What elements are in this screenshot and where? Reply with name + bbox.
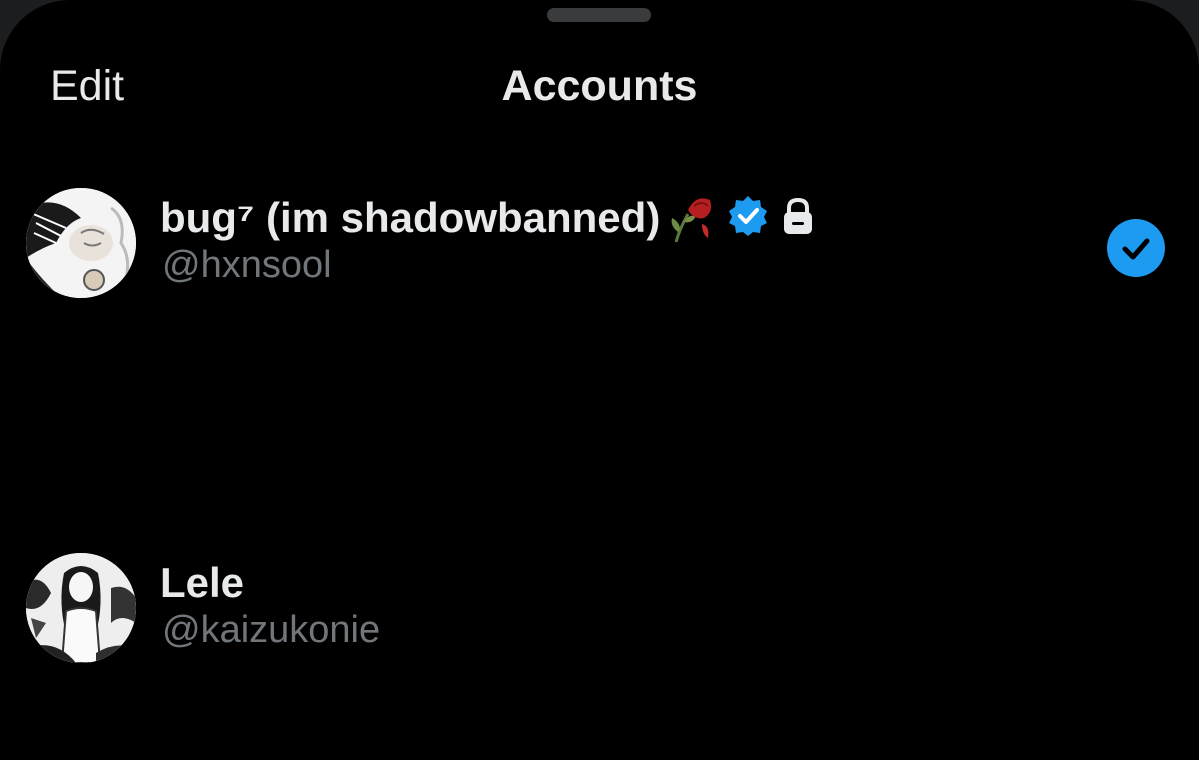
page-title: Accounts	[501, 62, 698, 110]
avatar-image	[26, 553, 136, 663]
avatar	[26, 553, 136, 663]
selected-account-check-icon	[1106, 218, 1166, 278]
account-handle: @hxnsool	[162, 244, 332, 286]
account-row-kaizukonie[interactable]: Lele @kaizukonie	[0, 545, 1199, 675]
avatar	[26, 188, 136, 298]
account-name-line: bug⁷ (im shadowbanned)	[160, 190, 816, 246]
account-display-name: bug⁷ (im shadowbanned)	[160, 194, 661, 241]
account-row-hxnsool[interactable]: bug⁷ (im shadowbanned) @hxnsool	[0, 180, 1199, 310]
accounts-sheet: Edit Accounts bug⁷ (im shadowbanned) @hx…	[0, 0, 1199, 760]
sheet-grabber-handle[interactable]	[547, 8, 651, 22]
lock-icon	[780, 196, 816, 241]
wilted-rose-icon	[666, 188, 718, 249]
account-display-name: Lele	[160, 559, 245, 606]
account-name-line: Lele	[160, 555, 244, 611]
verified-badge-icon	[726, 194, 770, 243]
avatar-image	[26, 188, 136, 298]
account-handle: @kaizukonie	[162, 609, 381, 651]
